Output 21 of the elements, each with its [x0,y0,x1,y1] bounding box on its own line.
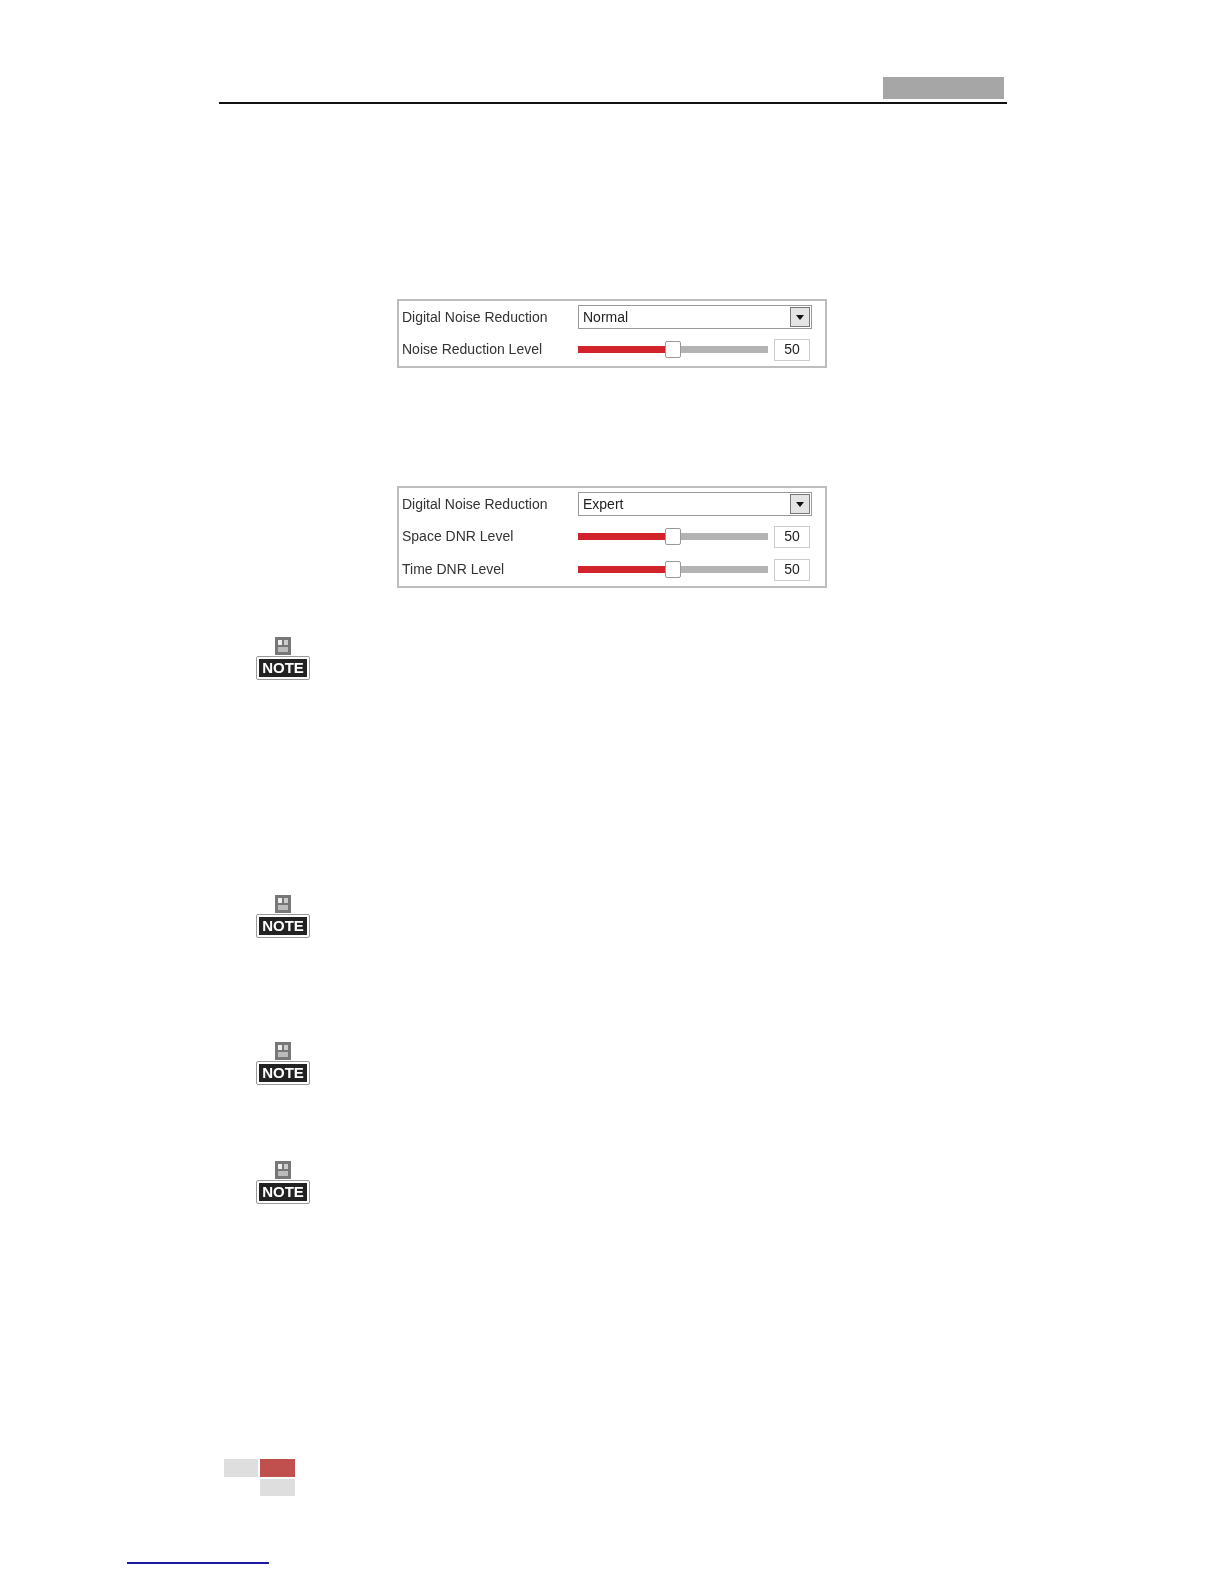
footer-block [224,1459,258,1477]
field-label: Digital Noise Reduction [402,307,549,327]
field-label: Digital Noise Reduction [402,494,549,514]
slider[interactable] [578,561,768,578]
field-label: Space DNR Level [402,527,515,546]
slider-thumb[interactable] [665,561,681,578]
slider-thumb[interactable] [665,528,681,545]
dropdown[interactable]: Normal [578,305,812,329]
field-label: Noise Reduction Level [402,340,544,359]
field-label: Time DNR Level [402,560,506,579]
dropdown[interactable]: Expert [578,492,812,516]
slider[interactable] [578,341,768,358]
slider[interactable] [578,528,768,545]
value-field[interactable]: 50 [774,338,810,361]
value-field[interactable]: 50 [774,525,810,548]
footer-block [260,1459,295,1477]
caret-icon [790,307,810,327]
caret-icon [790,494,810,514]
slider-thumb[interactable] [665,341,681,358]
value-field[interactable]: 50 [774,558,810,581]
footer-block [260,1479,295,1496]
